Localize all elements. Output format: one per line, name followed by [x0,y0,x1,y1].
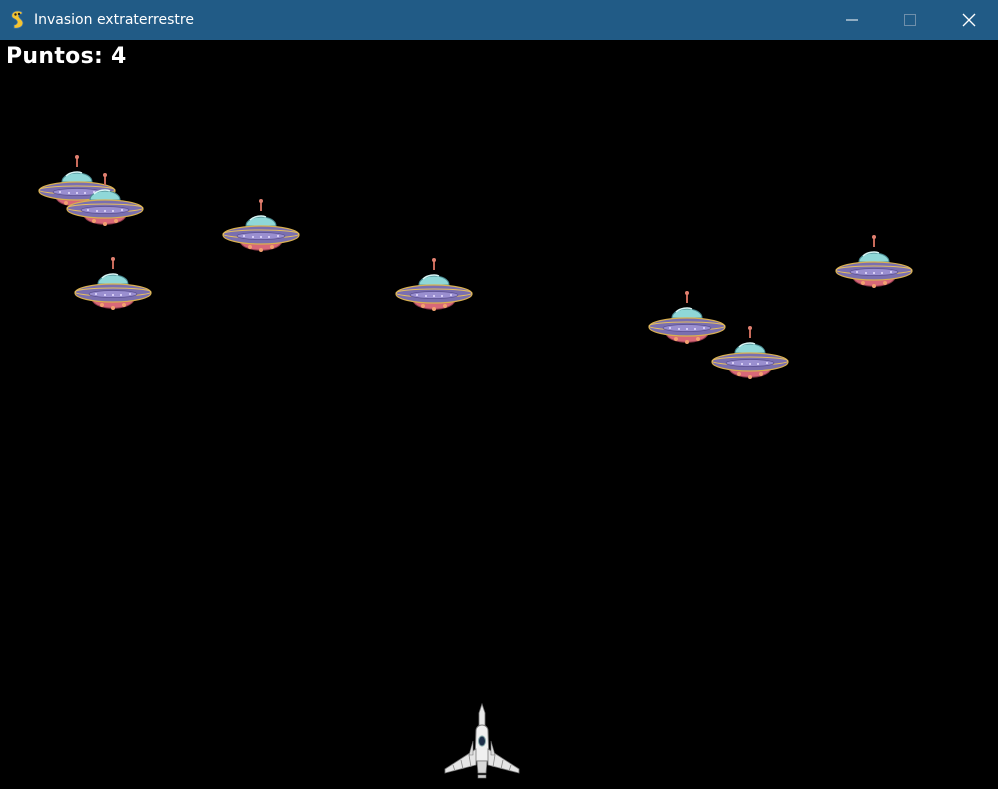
maximize-button[interactable] [881,0,939,40]
window-titlebar[interactable]: Invasion extraterrestre [0,0,998,40]
window-title: Invasion extraterrestre [34,12,194,28]
alien-ufo [222,198,300,260]
minimize-icon [846,19,858,21]
score-label: Puntos: 4 [6,44,127,69]
maximize-icon [904,14,916,26]
close-icon [962,13,976,27]
alien-ufo [711,325,789,387]
game-canvas[interactable]: Puntos: 4 [0,40,998,789]
close-button[interactable] [940,0,998,40]
alien-ufo [74,256,152,318]
minimize-button[interactable] [823,0,881,40]
alien-ufo [66,172,144,234]
alien-ufo [395,257,473,319]
alien-ufo [835,234,913,296]
pygame-snake-icon [11,10,24,29]
player-ship[interactable] [443,703,521,783]
